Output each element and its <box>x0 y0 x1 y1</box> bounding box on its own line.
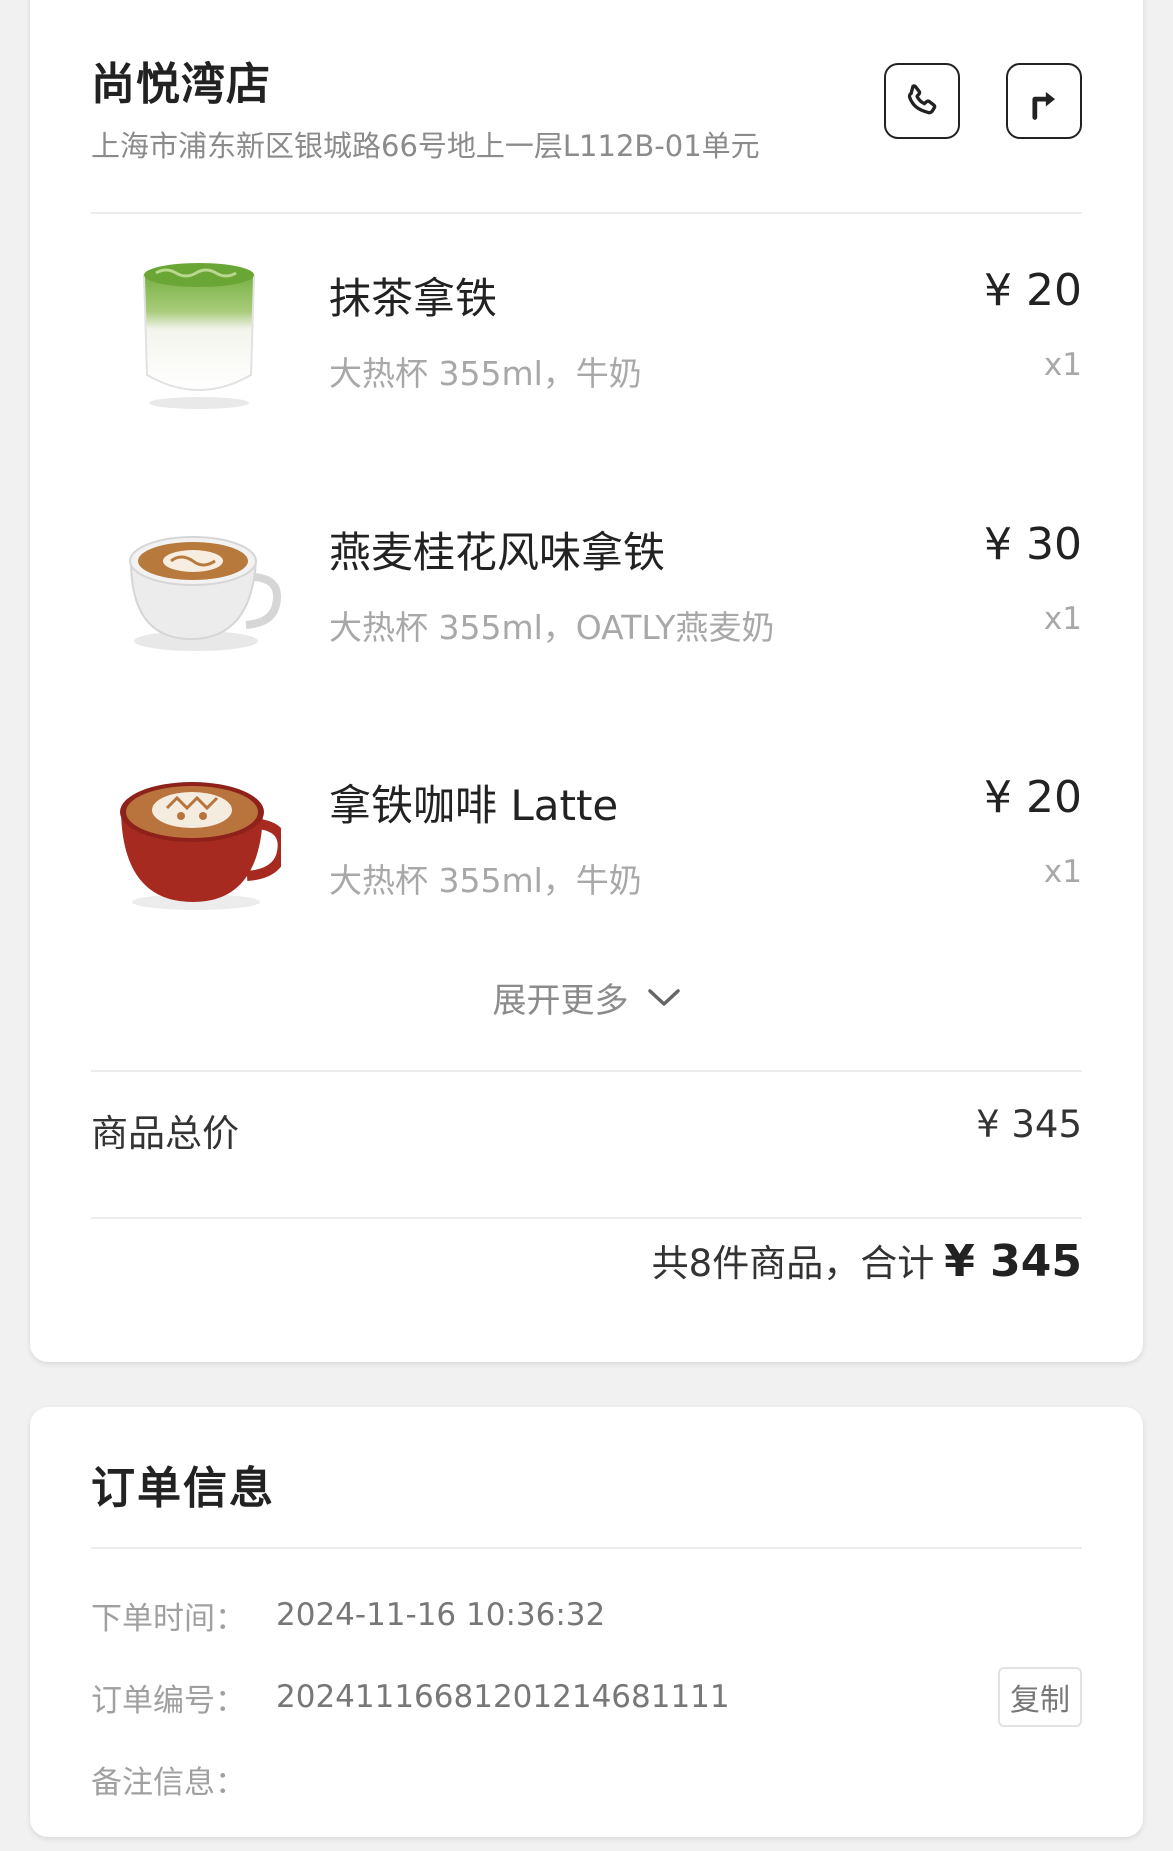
divider <box>91 1070 1082 1072</box>
item-price: ¥ 20 <box>984 265 1082 316</box>
matcha-latte-image <box>142 263 256 409</box>
order-time-label: 下单时间： <box>91 1600 246 1637</box>
latte-image <box>120 782 281 910</box>
order-note-label: 备注信息： <box>91 1764 246 1801</box>
item-spec: 大热杯 355ml，牛奶 <box>329 861 642 900</box>
copy-order-number-button[interactable]: 复制 <box>998 1667 1082 1727</box>
item-name: 燕麦桂花风味拿铁 <box>329 528 666 577</box>
chevron-down-icon <box>647 988 680 1006</box>
order-info-title: 订单信息 <box>91 1463 275 1514</box>
order-item: 燕麦桂花风味拿铁 大热杯 355ml，OATLY燕麦奶 ¥ 30 x1 <box>91 499 1082 709</box>
store-name: 尚悦湾店 <box>91 59 271 110</box>
item-quantity: x1 <box>1043 854 1082 890</box>
order-item: 拿铁咖啡 Latte 大热杯 355ml，牛奶 ¥ 20 x1 <box>91 752 1082 962</box>
navigate-store-button[interactable] <box>1006 63 1082 139</box>
item-name: 拿铁咖啡 Latte <box>329 781 619 830</box>
summary-text: 共8件商品，合计 <box>651 1242 935 1285</box>
item-quantity: x1 <box>1043 601 1082 637</box>
items-total-value: ¥ 345 <box>976 1103 1082 1146</box>
order-info-card: 订单信息 下单时间： 2024-11-16 10:36:32 订单编号： 202… <box>30 1407 1143 1837</box>
phone-icon <box>907 84 937 115</box>
divider <box>91 1547 1082 1549</box>
item-price: ¥ 20 <box>984 772 1082 823</box>
summary-amount: ¥ 345 <box>944 1236 1082 1287</box>
item-name: 抹茶拿铁 <box>329 274 498 323</box>
turn-right-arrow-icon <box>1032 91 1055 120</box>
order-number-label: 订单编号： <box>91 1682 246 1719</box>
order-items-card: 尚悦湾店 上海市浦东新区银城路66号地上一层L112B-01单元 抹茶拿铁 大热… <box>30 0 1143 1362</box>
item-spec: 大热杯 355ml，牛奶 <box>329 354 642 393</box>
order-time-value: 2024-11-16 10:36:32 <box>276 1597 606 1633</box>
items-total-label: 商品总价 <box>91 1112 239 1155</box>
item-quantity: x1 <box>1043 347 1082 383</box>
divider <box>91 1217 1082 1219</box>
item-price: ¥ 30 <box>984 519 1082 570</box>
order-number-value: 20241116681201214681111 <box>276 1679 730 1715</box>
osmanthus-oat-latte-image <box>129 536 281 651</box>
divider <box>91 212 1082 214</box>
order-note-row: 备注信息： <box>91 1749 1082 1809</box>
expand-more-button[interactable]: 展开更多 <box>30 973 1143 1022</box>
items-total-row: 商品总价 ¥ 345 <box>91 1103 1082 1157</box>
store-address: 上海市浦东新区银城路66号地上一层L112B-01单元 <box>91 129 760 163</box>
order-time-row: 下单时间： 2024-11-16 10:36:32 <box>91 1585 1082 1645</box>
order-number-row: 订单编号： 20241116681201214681111 复制 <box>91 1667 1082 1727</box>
order-item: 抹茶拿铁 大热杯 355ml，牛奶 ¥ 20 x1 <box>91 245 1082 455</box>
call-store-button[interactable] <box>884 63 960 139</box>
item-spec: 大热杯 355ml，OATLY燕麦奶 <box>329 608 775 647</box>
order-summary: 共8件商品，合计 ¥ 345 <box>652 1233 1082 1287</box>
expand-more-label: 展开更多 <box>492 981 629 1021</box>
